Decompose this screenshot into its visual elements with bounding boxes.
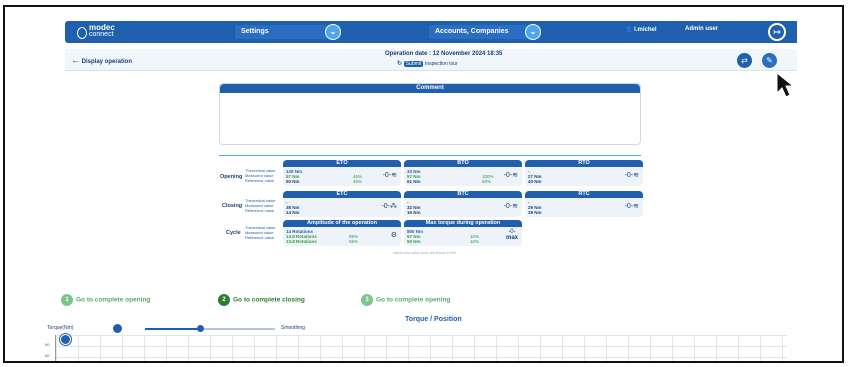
- chevron-down-icon[interactable]: ⌄: [325, 24, 341, 40]
- accounts-select[interactable]: Accounts, Companies ⌄: [429, 24, 541, 40]
- reference-percent: 46%: [353, 179, 363, 184]
- reference-value: 61 Nm: [407, 179, 421, 184]
- valve-icon: -0-≋: [503, 172, 518, 179]
- reference-value: 40 Nm: [528, 179, 542, 184]
- user-role: Admin user: [685, 26, 719, 32]
- step-2[interactable]: 2 Go to complete closing: [218, 294, 305, 306]
- card-title: ETC: [283, 191, 401, 198]
- max-torque-icon: -0- max: [505, 229, 518, 241]
- reference-value: 50 Nm: [286, 179, 300, 184]
- card-title: Amplitude of the operation: [283, 220, 401, 227]
- reference-value: 50 Nm: [407, 239, 421, 244]
- card-max-torque: Max torque during operation 800 Nm 57 Nm…: [404, 220, 522, 246]
- logo-icon: [77, 27, 87, 39]
- card-title: RTC: [525, 191, 643, 198]
- logout-icon[interactable]: ↦: [768, 23, 786, 41]
- reference-percent: 55%: [349, 239, 359, 244]
- card-rtc: RTC - 29 Nm 39 Nm -0-≋: [525, 191, 643, 217]
- row-label-cycle: Cycle: [226, 230, 241, 236]
- user-name[interactable]: 👤 l.michel: [625, 26, 657, 33]
- step-label: Go to complete opening: [376, 296, 451, 304]
- y-tick: 90: [45, 342, 50, 347]
- comment-title: Comment: [220, 84, 640, 93]
- row-label-closing: Closing: [222, 203, 243, 209]
- card-rto: RTO - 27 Nm 40 Nm -0-≋: [525, 160, 643, 186]
- slider-fill: [145, 328, 200, 330]
- card-eto: ETO 125 Nm 57 Nm 50 Nm 46% 46% -0-≋: [283, 160, 401, 186]
- valve-icon: -0-≋: [624, 203, 639, 210]
- transfer-button[interactable]: ⇄: [737, 53, 752, 68]
- chevron-down-icon[interactable]: ⌄: [525, 24, 541, 40]
- rotation-icon: ⚙: [390, 232, 397, 239]
- accounts-select-value: Accounts, Companies: [435, 28, 509, 35]
- top-bar: modec connect Settings ⌄ Accounts, Compa…: [65, 21, 797, 43]
- chart-control-icon[interactable]: [60, 334, 71, 345]
- valve-icon: -0-≋: [382, 172, 397, 179]
- reference-value: 16 Nm: [407, 210, 421, 215]
- comment-box[interactable]: Comment: [219, 83, 641, 145]
- chart-ylabel: Torque(Nm): [47, 325, 74, 331]
- smoothing-slider[interactable]: [145, 325, 275, 332]
- card-amplitude: Amplitude of the operation 14 Rotations …: [283, 220, 401, 246]
- label-reference: Reference value: [245, 178, 275, 183]
- reference-value: 39 Nm: [528, 210, 542, 215]
- status-line: ↻ Submit Inspection tour: [397, 60, 458, 67]
- reference-value: 13.8 Rotations: [286, 239, 317, 244]
- reference-value: 14 Nm: [286, 210, 300, 215]
- card-title: BTO: [404, 160, 522, 167]
- y-tick: 60: [45, 353, 50, 358]
- card-etc: ETC - 38 Nm 14 Nm -0-⁂: [283, 191, 401, 217]
- reference-percent: 10%: [470, 239, 480, 244]
- reference-percent: 93%: [482, 179, 492, 184]
- operation-date: Operation date : 12 November 2024 18:35: [385, 51, 503, 57]
- card-btc: BTC - 32 Nm 16 Nm -0-≋: [404, 191, 522, 217]
- settings-select-value: Settings: [241, 28, 269, 35]
- app-frame: modec connect Settings ⌄ Accounts, Compa…: [3, 5, 844, 363]
- settings-select[interactable]: Settings ⌄: [235, 24, 341, 40]
- step-number: 1: [61, 294, 73, 306]
- status-text: Inspection tour: [424, 61, 458, 67]
- user-icon: 👤: [625, 27, 633, 33]
- status-badge: Submit: [403, 61, 424, 67]
- valve-icon: -0-≋: [503, 203, 518, 210]
- step-3[interactable]: 3 Go to complete opening: [361, 294, 450, 306]
- row-label-opening: Opening: [220, 174, 243, 180]
- chart-title: Torque / Position: [405, 316, 462, 323]
- edit-button[interactable]: ✎: [762, 53, 777, 68]
- step-number: 2: [218, 294, 230, 306]
- step-label: Go to complete opening: [76, 296, 151, 304]
- mouse-cursor-icon: [776, 71, 795, 98]
- card-title: BTC: [404, 191, 522, 198]
- card-title: RTO: [525, 160, 643, 167]
- logo-sub: connect: [89, 31, 114, 38]
- label-reference: Reference value: [245, 235, 275, 240]
- valve-icon: -0-⁂: [381, 203, 397, 210]
- valve-icon: -0-≋: [624, 172, 639, 179]
- back-link[interactable]: ← Display operation: [71, 55, 132, 65]
- step-number: 3: [361, 294, 373, 306]
- card-title: Max torque during operation: [404, 220, 522, 227]
- chart-grid: [55, 335, 787, 361]
- card-bto: BTO 33 Nm 57 Nm 61 Nm 100% 93% -0-≋: [404, 160, 522, 186]
- slider-handle[interactable]: [197, 325, 204, 332]
- label-reference: Reference value: [245, 208, 275, 213]
- smoothing-label: Smoothing: [281, 325, 305, 331]
- refresh-icon[interactable]: ↻: [397, 61, 402, 67]
- footnote: Values and value icons are shown in Nm.: [393, 251, 457, 255]
- step-1[interactable]: 1 Go to complete opening: [61, 294, 150, 306]
- divider: [219, 155, 641, 156]
- step-label: Go to complete closing: [233, 296, 305, 304]
- info-icon[interactable]: [113, 324, 122, 333]
- arrow-left-icon: ←: [71, 55, 80, 65]
- operation-subbar: ← Display operation Operation date : 12 …: [65, 49, 797, 71]
- card-title: ETO: [283, 160, 401, 167]
